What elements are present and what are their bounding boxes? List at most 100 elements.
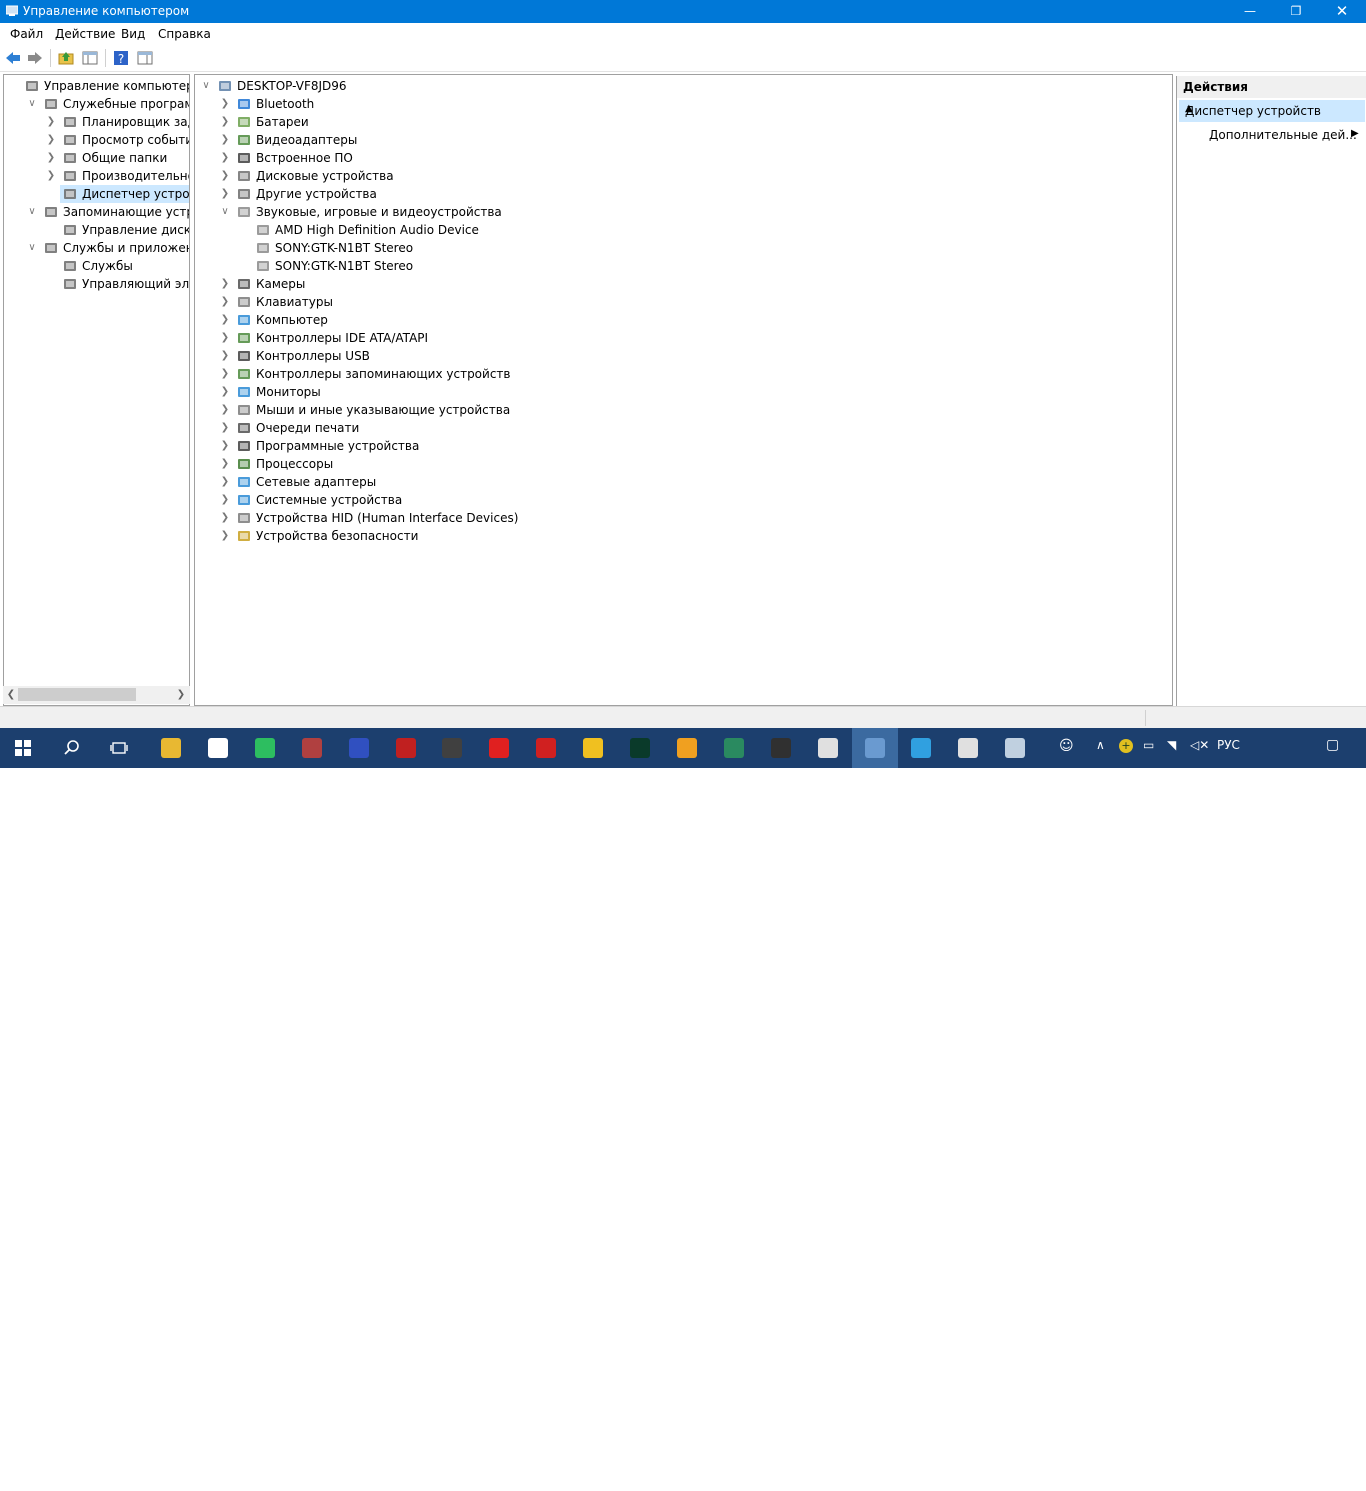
input-language-indicator[interactable]: РУС: [1217, 738, 1240, 752]
taskbar-app-button[interactable]: [617, 728, 663, 768]
taskbar-app-button[interactable]: [289, 728, 335, 768]
expand-right-icon[interactable]: ❯: [220, 116, 230, 128]
expand-down-icon[interactable]: ∨: [27, 242, 37, 254]
console-tree-item[interactable]: Службы: [60, 257, 189, 275]
expand-right-icon[interactable]: ❯: [220, 188, 230, 200]
expand-right-icon[interactable]: ❯: [46, 116, 56, 128]
menu-view[interactable]: Вид: [121, 27, 145, 41]
expand-right-icon[interactable]: ❯: [46, 170, 56, 182]
expand-right-icon[interactable]: ❯: [220, 458, 230, 470]
taskbar-app-button[interactable]: [664, 728, 710, 768]
taskbar-app-button[interactable]: [992, 728, 1038, 768]
device-tree-item[interactable]: ❯ Контроллеры IDE ATA/ATAPI: [218, 329, 1172, 347]
taskbar-app-button[interactable]: [336, 728, 382, 768]
more-actions-link[interactable]: Дополнительные дей...: [1209, 128, 1357, 142]
expand-right-icon[interactable]: ❯: [220, 368, 230, 380]
submenu-arrow-icon[interactable]: ▶: [1351, 128, 1359, 139]
console-tree-item[interactable]: ❯ Просмотр событий: [47, 131, 189, 149]
taskbar-app-button[interactable]: [383, 728, 429, 768]
expand-right-icon[interactable]: ❯: [220, 494, 230, 506]
console-tree[interactable]: Управление компьютером (л ∨ Служебные прог…: [3, 74, 190, 706]
help-icon[interactable]: ?: [112, 49, 130, 67]
expand-right-icon[interactable]: ❯: [220, 98, 230, 110]
device-tree-item[interactable]: ∨ Звуковые, игровые и видеоустройства: [218, 203, 1172, 221]
console-tree-item[interactable]: ❯ Производительность: [47, 167, 189, 185]
minimize-button[interactable]: —: [1227, 0, 1273, 23]
horizontal-scrollbar[interactable]: ❮ ❯: [3, 686, 190, 704]
scroll-left-icon[interactable]: ❮: [4, 687, 18, 703]
taskbar-app-button[interactable]: [476, 728, 522, 768]
device-tree-item[interactable]: ❯ Клавиатуры: [218, 293, 1172, 311]
device-tree-item[interactable]: ❯ Видеоадаптеры: [218, 131, 1172, 149]
expand-right-icon[interactable]: ❯: [220, 332, 230, 344]
expand-right-icon[interactable]: ❯: [220, 512, 230, 524]
back-arrow-icon[interactable]: [4, 49, 22, 67]
expand-right-icon[interactable]: ❯: [220, 170, 230, 182]
device-tree-item[interactable]: ❯ Камеры: [218, 275, 1172, 293]
people-icon[interactable]: ☺: [1059, 738, 1074, 754]
taskbar-app-button[interactable]: [429, 728, 475, 768]
collapse-up-icon[interactable]: ▲: [1185, 103, 1357, 114]
menu-help[interactable]: Справка: [158, 27, 211, 41]
device-tree-item[interactable]: AMD High Definition Audio Device: [237, 221, 1172, 239]
expand-right-icon[interactable]: ❯: [220, 440, 230, 452]
actions-section-device-manager[interactable]: Диспетчер устройств ▲: [1179, 100, 1365, 122]
taskbar-app-button[interactable]: [805, 728, 851, 768]
expand-right-icon[interactable]: ❯: [220, 530, 230, 542]
expand-right-icon[interactable]: ❯: [220, 350, 230, 362]
console-tree-item[interactable]: ❯ Планировщик заданий: [47, 113, 189, 131]
taskbar-app-button[interactable]: [523, 728, 569, 768]
taskbar-app-button[interactable]: [148, 728, 194, 768]
device-tree-item[interactable]: ❯ Устройства HID (Human Interface Devices…: [218, 509, 1172, 527]
expand-right-icon[interactable]: ❯: [220, 386, 230, 398]
device-tree-item[interactable]: ❯ Встроенное ПО: [218, 149, 1172, 167]
device-tree-item[interactable]: ❯ Системные устройства: [218, 491, 1172, 509]
taskbar-app-button[interactable]: [195, 728, 241, 768]
show-hide-tree-icon[interactable]: [81, 49, 99, 67]
action-pane-icon[interactable]: [136, 49, 154, 67]
expand-right-icon[interactable]: ❯: [220, 314, 230, 326]
device-tree-item[interactable]: ❯ Мониторы: [218, 383, 1172, 401]
notifications-icon[interactable]: ▢: [1326, 737, 1339, 753]
expand-down-icon[interactable]: ∨: [220, 206, 230, 218]
expand-right-icon[interactable]: ❯: [46, 134, 56, 146]
battery-tray-icon[interactable]: ▭: [1143, 738, 1154, 752]
device-tree-item[interactable]: SONY:GTK-N1BT Stereo: [237, 239, 1172, 257]
console-tree-item[interactable]: Управление компьютером (л: [22, 77, 189, 95]
taskbar-app-button[interactable]: [570, 728, 616, 768]
expand-right-icon[interactable]: ❯: [220, 296, 230, 308]
expand-down-icon[interactable]: ∨: [27, 206, 37, 218]
device-tree-item[interactable]: ❯ Программные устройства: [218, 437, 1172, 455]
scroll-right-icon[interactable]: ❯: [174, 687, 188, 703]
expand-right-icon[interactable]: ❯: [220, 476, 230, 488]
task-view-icon[interactable]: [110, 739, 128, 757]
forward-arrow-icon[interactable]: [26, 49, 44, 67]
device-tree-item[interactable]: ❯ Контроллеры запоминающих устройств: [218, 365, 1172, 383]
maximize-button[interactable]: ❐: [1273, 0, 1319, 23]
device-tree-item[interactable]: ❯ Компьютер: [218, 311, 1172, 329]
device-tree-item[interactable]: ❯ Сетевые адаптеры: [218, 473, 1172, 491]
device-tree-item[interactable]: ❯ Очереди печати: [218, 419, 1172, 437]
device-tree-item[interactable]: ❯ Мыши и иные указывающие устройства: [218, 401, 1172, 419]
taskbar-app-button[interactable]: [898, 728, 944, 768]
console-tree-item[interactable]: Управление дисками: [60, 221, 189, 239]
expand-right-icon[interactable]: ❯: [220, 152, 230, 164]
scroll-thumb[interactable]: [18, 688, 136, 701]
device-tree-item[interactable]: ❯ Процессоры: [218, 455, 1172, 473]
expand-right-icon[interactable]: ❯: [46, 152, 56, 164]
device-tree-item[interactable]: ❯ Устройства безопасности: [218, 527, 1172, 545]
menu-file[interactable]: Файл: [10, 27, 43, 41]
expand-right-icon[interactable]: ❯: [220, 422, 230, 434]
taskbar-app-button[interactable]: [851, 728, 898, 768]
expand-right-icon[interactable]: ❯: [220, 134, 230, 146]
console-tree-item[interactable]: ∨ Службы и приложения: [28, 239, 189, 257]
device-tree-item[interactable]: ❯ Батареи: [218, 113, 1172, 131]
device-tree-item[interactable]: ❯ Дисковые устройства: [218, 167, 1172, 185]
expand-right-icon[interactable]: ❯: [220, 404, 230, 416]
show-hidden-icons-icon[interactable]: ∧: [1096, 738, 1105, 752]
search-icon[interactable]: [63, 739, 81, 757]
expand-right-icon[interactable]: ❯: [220, 278, 230, 290]
device-tree-item[interactable]: SONY:GTK-N1BT Stereo: [237, 257, 1172, 275]
taskbar-app-button[interactable]: [711, 728, 757, 768]
expand-down-icon[interactable]: ∨: [27, 98, 37, 110]
